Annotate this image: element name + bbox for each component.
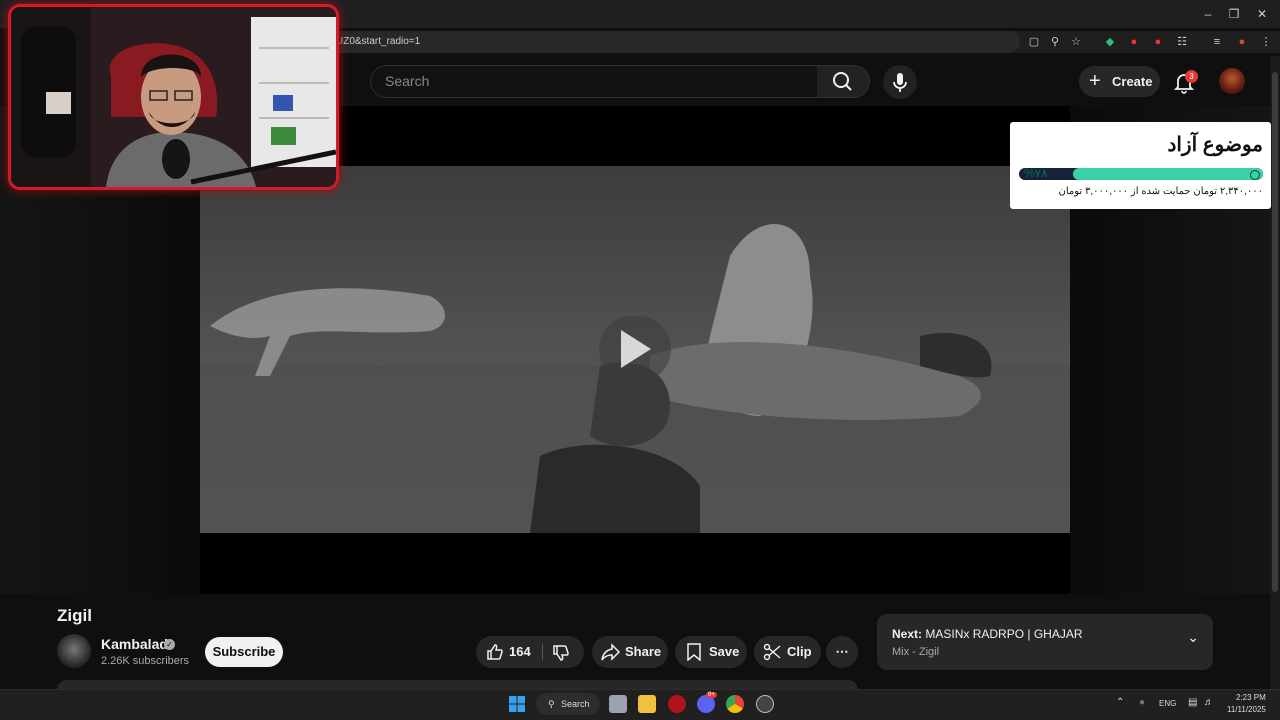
- video-title: Zigil: [57, 606, 92, 625]
- app-icon[interactable]: [756, 695, 774, 713]
- progress-marker-icon: [1250, 170, 1260, 180]
- volume-icon[interactable]: ♬: [1204, 697, 1214, 708]
- windows-start-icon[interactable]: [509, 696, 525, 712]
- bookmark-star-icon[interactable]: ☆: [1068, 34, 1084, 50]
- url-text: UZ0&start_radio=1: [336, 36, 421, 47]
- microphone-tray-icon[interactable]: ●: [1139, 697, 1145, 708]
- cast-icon[interactable]: ▢: [1026, 34, 1042, 50]
- next-video-title: MASINx RADRPO | GHAJAR: [925, 627, 1083, 641]
- like-dislike-group: 164: [476, 636, 584, 668]
- webcam-overlay: [8, 4, 339, 190]
- clock-time[interactable]: 2:23 PM: [1236, 693, 1266, 702]
- clip-label: Clip: [787, 644, 812, 659]
- network-icon[interactable]: ▤: [1188, 697, 1197, 708]
- donation-amount: ۲,۳۴۰,۰۰۰ تومان حمایت شده از ۳,۰۰۰,۰۰۰ ت…: [1058, 186, 1263, 197]
- shield-extension-icon[interactable]: ◆: [1102, 34, 1118, 50]
- donation-progress-fill: [1072, 168, 1263, 180]
- verified-badge-icon: ✓: [164, 639, 175, 650]
- channel-name[interactable]: Kambalad: [101, 636, 168, 652]
- scrollbar-thumb[interactable]: [1272, 72, 1278, 592]
- like-divider: [542, 644, 543, 660]
- menu-dots-icon[interactable]: ⋮: [1258, 34, 1274, 50]
- streamer-webcam-image: [11, 7, 336, 187]
- red-extension-icon[interactable]: ●: [1126, 34, 1142, 50]
- save-label: Save: [709, 644, 740, 659]
- restore-icon[interactable]: ❐: [1224, 5, 1244, 23]
- more-actions-button[interactable]: ⋯: [826, 636, 858, 668]
- language-indicator[interactable]: ENG: [1159, 699, 1176, 708]
- next-title: Next: MASINx RADRPO | GHAJAR: [892, 627, 1083, 641]
- more-dots-icon: ⋯: [835, 644, 849, 659]
- channel-avatar[interactable]: [57, 634, 91, 668]
- donation-widget: موضوع آزاد %۷۸ ۲,۳۴۰,۰۰۰ تومان حمایت شده…: [1010, 122, 1271, 209]
- dislike-button[interactable]: [548, 636, 580, 668]
- plus-icon: +: [1089, 70, 1101, 92]
- chrome-icon[interactable]: [726, 695, 744, 713]
- donation-title: موضوع آزاد: [1167, 134, 1263, 156]
- share-button[interactable]: Share: [592, 636, 668, 668]
- play-icon: [621, 330, 651, 368]
- microphone-icon: [893, 73, 907, 92]
- share-label: Share: [625, 644, 662, 659]
- address-bar[interactable]: UZ0&start_radio=1: [330, 31, 1020, 53]
- search-button[interactable]: [817, 65, 870, 98]
- next-prefix: Next:: [892, 627, 923, 641]
- close-icon[interactable]: ✕: [1252, 5, 1272, 23]
- taskbar-search-label: Search: [561, 699, 590, 709]
- subscriber-count: 2.26K subscribers: [101, 655, 190, 667]
- red-app-icon[interactable]: [668, 695, 686, 713]
- search-icon: ⚲: [548, 699, 555, 709]
- search-icon: [833, 72, 852, 91]
- red-extension-icon-2[interactable]: ●: [1150, 34, 1166, 50]
- create-label: Create: [1112, 74, 1153, 89]
- next-video-card[interactable]: Next: MASINx RADRPO | GHAJAR Mix - Zigil…: [877, 614, 1213, 670]
- tray-chevron-up-icon[interactable]: ⌃: [1116, 697, 1124, 708]
- profile-icon[interactable]: ●: [1234, 34, 1250, 50]
- like-button[interactable]: 164: [484, 636, 542, 668]
- file-explorer-icon[interactable]: [638, 695, 656, 713]
- zoom-icon[interactable]: ⚲: [1047, 34, 1063, 50]
- create-button[interactable]: + Create: [1079, 66, 1160, 97]
- share-icon: [601, 643, 621, 661]
- scissors-icon: [763, 643, 781, 661]
- voice-search-button[interactable]: [883, 65, 917, 99]
- bookmark-icon: [687, 643, 701, 661]
- like-count: 164: [509, 644, 531, 659]
- account-avatar[interactable]: [1219, 68, 1245, 94]
- task-view-icon[interactable]: [609, 695, 627, 713]
- chevron-down-icon[interactable]: ⌄: [1187, 629, 1199, 646]
- notification-badge: 3: [1185, 70, 1198, 83]
- subscribe-button[interactable]: Subscribe: [205, 637, 283, 667]
- discord-badge: 9+: [706, 692, 717, 698]
- clock-date[interactable]: 11/11/2025: [1227, 705, 1266, 714]
- next-subtitle: Mix - Zigil: [892, 646, 940, 658]
- search-input[interactable]: Search: [370, 65, 818, 98]
- clip-button[interactable]: Clip: [754, 636, 821, 668]
- donation-percent: %۷۸: [1024, 166, 1048, 180]
- play-button[interactable]: [599, 316, 671, 382]
- thumbs-down-icon: [553, 645, 569, 661]
- taskbar-search[interactable]: ⚲ Search: [536, 693, 600, 715]
- thumbs-up-icon: [487, 644, 503, 660]
- donation-progress-bar: [1019, 168, 1263, 180]
- search-placeholder: Search: [385, 73, 430, 89]
- save-button[interactable]: Save: [675, 636, 747, 668]
- minimize-icon[interactable]: –: [1198, 5, 1218, 23]
- media-controls-icon[interactable]: ≡: [1209, 34, 1225, 50]
- puzzle-icon[interactable]: ☷: [1174, 34, 1190, 50]
